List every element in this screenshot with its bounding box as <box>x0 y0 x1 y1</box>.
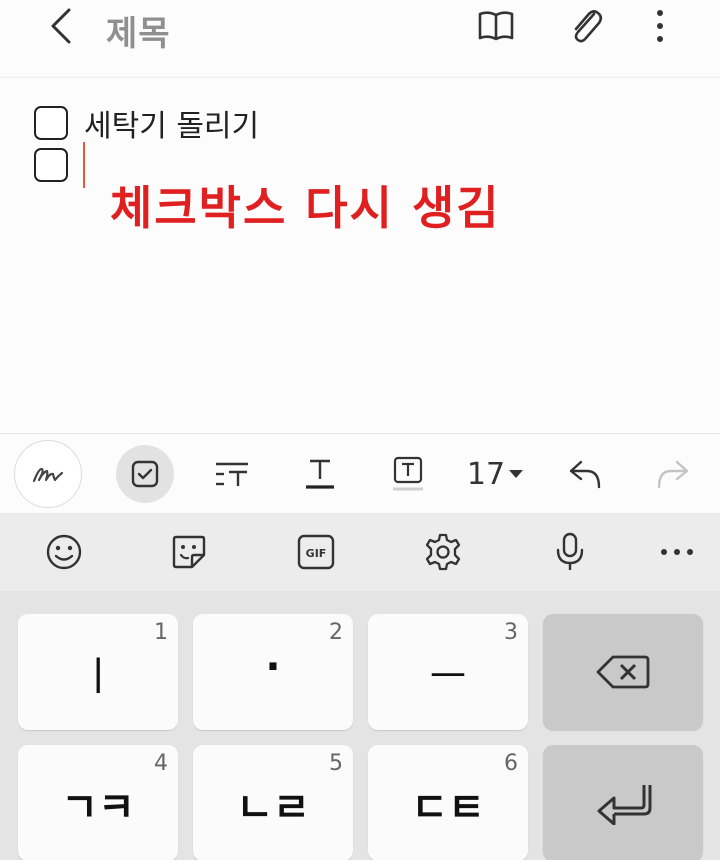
caret-down-icon <box>509 470 524 478</box>
gif-button[interactable]: GIF <box>291 527 341 577</box>
key-3[interactable]: 3 ㅡ <box>368 614 528 730</box>
checklist-item-text[interactable]: 세탁기 돌리기 <box>84 101 259 145</box>
attach-button[interactable] <box>562 4 610 48</box>
back-button[interactable] <box>36 2 84 50</box>
voice-input-button[interactable] <box>545 527 595 577</box>
svg-text:GIF: GIF <box>306 547 327 560</box>
settings-icon <box>425 533 461 571</box>
key-label: ㅣ <box>79 654 117 700</box>
sticker-icon <box>172 535 206 569</box>
keyboard-settings-button[interactable] <box>418 527 468 577</box>
checkbox[interactable] <box>34 148 68 182</box>
text-color-icon <box>306 459 334 489</box>
sticker-button[interactable] <box>164 527 214 577</box>
text-color-button[interactable] <box>285 438 355 510</box>
book-icon <box>478 11 514 41</box>
checkbox-icon <box>131 460 159 488</box>
redo-button[interactable] <box>638 438 708 510</box>
text-background-icon <box>393 456 423 491</box>
gif-icon: GIF <box>297 534 335 570</box>
key-label: · <box>265 644 281 690</box>
keyboard-keys: 1 ㅣ 2 · 3 ㅡ 4 ㄱㅋ 5 ㄴㄹ 6 ㄷㅌ <box>0 591 720 860</box>
handwriting-button[interactable] <box>13 438 83 510</box>
key-number: 6 <box>504 751 518 776</box>
enter-icon <box>597 785 652 825</box>
annotation-text: 체크박스 다시 생김 <box>110 181 501 235</box>
key-5[interactable]: 5 ㄴㄹ <box>193 745 353 860</box>
backspace-key[interactable] <box>543 614 703 730</box>
keyboard-toolbar: GIF <box>0 513 720 591</box>
key-number: 2 <box>329 620 343 645</box>
checklist-item[interactable] <box>34 148 84 182</box>
undo-icon <box>569 460 601 489</box>
keyboard-more-button[interactable] <box>652 527 702 577</box>
key-label: ㅡ <box>429 654 467 700</box>
emoji-icon <box>46 534 82 570</box>
checklist-item[interactable]: 세탁기 돌리기 <box>34 101 259 145</box>
chevron-left-icon <box>51 8 71 44</box>
key-label: ㄴㄹ <box>236 785 310 831</box>
key-1[interactable]: 1 ㅣ <box>18 614 178 730</box>
note-editor[interactable]: 세탁기 돌리기 <box>0 79 720 433</box>
paragraph-style-icon <box>216 462 248 486</box>
font-size-dropdown[interactable]: 17 <box>460 438 530 510</box>
checkbox[interactable] <box>34 106 68 140</box>
key-6[interactable]: 6 ㄷㅌ <box>368 745 528 860</box>
app-header: 제목 <box>0 0 720 78</box>
microphone-icon <box>556 532 584 570</box>
checklist-button[interactable] <box>110 438 180 510</box>
key-2[interactable]: 2 · <box>193 614 353 730</box>
note-title[interactable]: 제목 <box>106 6 171 55</box>
more-horizontal-icon <box>661 549 693 555</box>
backspace-icon <box>596 655 650 689</box>
key-number: 4 <box>154 751 168 776</box>
formatting-toolbar: 17 <box>0 433 720 513</box>
key-label: ㄱㅋ <box>61 785 135 831</box>
key-number: 3 <box>504 620 518 645</box>
paperclip-icon <box>574 10 603 43</box>
font-size-value: 17 <box>466 456 506 492</box>
text-cursor <box>83 142 85 188</box>
key-number: 1 <box>154 620 168 645</box>
paragraph-style-button[interactable] <box>197 438 267 510</box>
key-number: 5 <box>329 751 343 776</box>
highlight-button[interactable] <box>373 438 443 510</box>
more-options-button[interactable] <box>636 4 684 48</box>
emoji-button[interactable] <box>39 527 89 577</box>
key-label: ㄷㅌ <box>411 785 485 831</box>
reading-mode-button[interactable] <box>472 4 520 48</box>
more-vertical-icon <box>657 10 663 42</box>
handwriting-icon <box>32 467 64 483</box>
key-4[interactable]: 4 ㄱㅋ <box>18 745 178 860</box>
enter-key[interactable] <box>543 745 703 860</box>
redo-icon <box>657 460 689 489</box>
undo-button[interactable] <box>550 438 620 510</box>
